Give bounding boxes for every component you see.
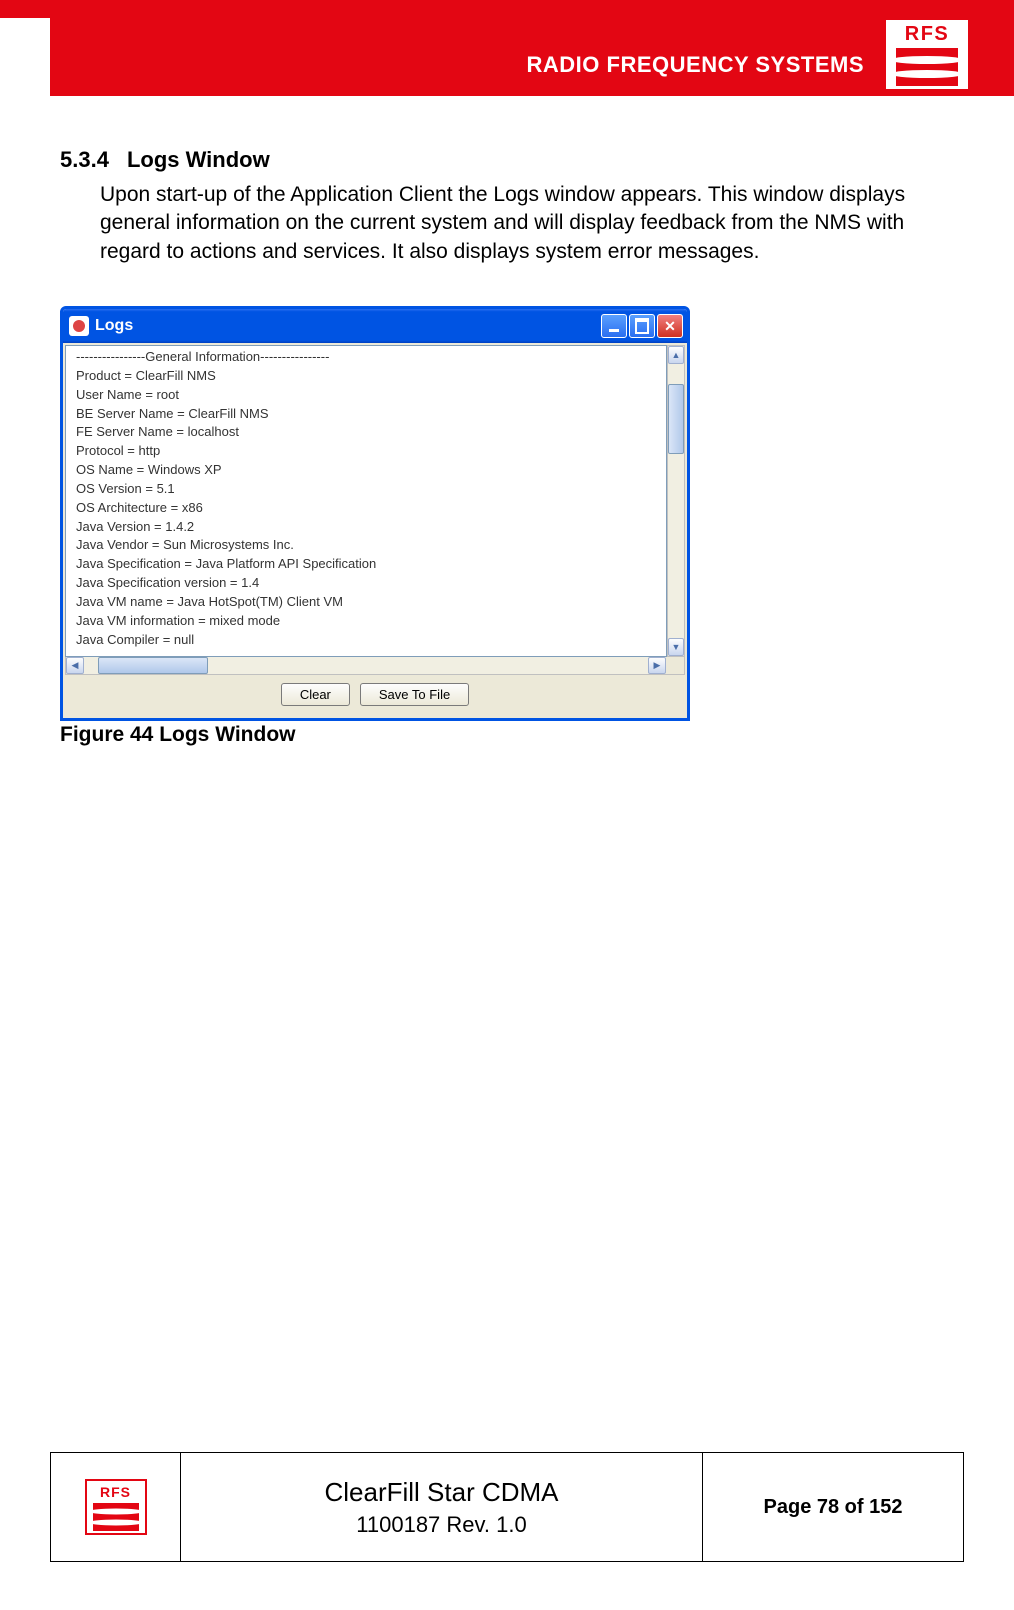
section-title: Logs Window <box>127 147 270 172</box>
log-line: OS Architecture = x86 <box>76 499 666 518</box>
scroll-down-icon[interactable]: ▼ <box>668 638 684 656</box>
rfs-logo: RFS <box>884 18 970 91</box>
maximize-button[interactable] <box>629 314 655 338</box>
footer-title-cell: ClearFill Star CDMA 1100187 Rev. 1.0 <box>181 1453 703 1561</box>
app-icon <box>69 316 89 336</box>
rfs-logo-text: RFS <box>100 1484 131 1500</box>
titlebar[interactable]: Logs <box>63 309 687 343</box>
section-paragraph: Upon start-up of the Application Client … <box>100 181 954 266</box>
log-line: OS Version = 5.1 <box>76 480 666 499</box>
rfs-logo-text: RFS <box>905 24 950 44</box>
log-line: Java Specification = Java Platform API S… <box>76 555 666 574</box>
brand-text: RADIO FREQUENCY SYSTEMS <box>527 52 864 78</box>
save-to-file-button[interactable]: Save To File <box>360 683 469 706</box>
log-line: ----------------------------------------… <box>76 650 666 658</box>
log-line: Protocol = http <box>76 442 666 461</box>
rfs-logo-small: RFS <box>85 1479 147 1535</box>
log-line: Java VM information = mixed mode <box>76 612 666 631</box>
log-line: FE Server Name = localhost <box>76 423 666 442</box>
log-line: OS Name = Windows XP <box>76 461 666 480</box>
scroll-thumb[interactable] <box>98 657 208 674</box>
horizontal-scrollbar[interactable]: ◀ ▶ <box>65 657 685 675</box>
scroll-left-icon[interactable]: ◀ <box>66 657 84 674</box>
footer-page-cell: Page 78 of 152 <box>703 1453 963 1561</box>
clear-button[interactable]: Clear <box>281 683 350 706</box>
page-number: Page 78 of 152 <box>764 1496 903 1519</box>
scroll-thumb[interactable] <box>668 384 684 454</box>
scroll-right-icon[interactable]: ▶ <box>648 657 666 674</box>
footer-logo-cell: RFS <box>51 1453 181 1561</box>
figure-caption: Figure 44 Logs Window <box>60 723 954 747</box>
wave-icon <box>93 1503 139 1531</box>
log-line: BE Server Name = ClearFill NMS <box>76 405 666 424</box>
log-text-area[interactable]: ----------------General Information-----… <box>65 345 667 657</box>
section-number: 5.3.4 <box>60 147 109 172</box>
close-button[interactable] <box>657 314 683 338</box>
scroll-up-icon[interactable]: ▲ <box>668 346 684 364</box>
vertical-scrollbar[interactable]: ▲ ▼ <box>667 345 685 657</box>
page-header: RADIO FREQUENCY SYSTEMS RFS <box>0 0 1014 115</box>
logs-window: Logs ----------------General Information… <box>60 306 690 721</box>
log-line: Java Vendor = Sun Microsystems Inc. <box>76 536 666 555</box>
section-heading: 5.3.4 Logs Window <box>60 147 954 173</box>
footer-doc-rev: 1100187 Rev. 1.0 <box>356 1512 526 1538</box>
log-line: Java Specification version = 1.4 <box>76 574 666 593</box>
minimize-button[interactable] <box>601 314 627 338</box>
scroll-corner <box>666 657 684 674</box>
header-band: RADIO FREQUENCY SYSTEMS <box>0 0 1014 96</box>
log-line: Java Version = 1.4.2 <box>76 518 666 537</box>
log-line: Product = ClearFill NMS <box>76 367 666 386</box>
header-notch <box>0 18 50 96</box>
window-title: Logs <box>95 317 601 335</box>
log-line: ----------------General Information-----… <box>76 348 666 367</box>
log-line: Java Compiler = null <box>76 631 666 650</box>
log-line: User Name = root <box>76 386 666 405</box>
page-footer: RFS ClearFill Star CDMA 1100187 Rev. 1.0… <box>50 1452 964 1562</box>
log-line: Java VM name = Java HotSpot(TM) Client V… <box>76 593 666 612</box>
footer-doc-title: ClearFill Star CDMA <box>324 1477 558 1508</box>
wave-icon <box>896 48 958 86</box>
